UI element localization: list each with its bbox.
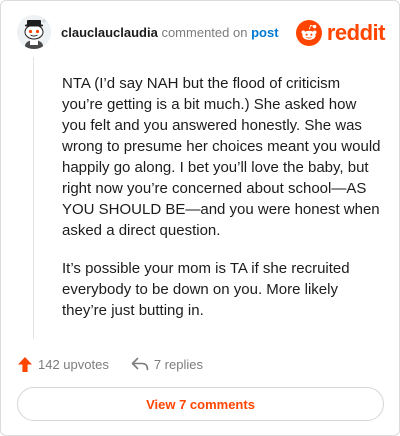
post-link[interactable]: post: [251, 25, 278, 40]
reddit-wordmark: reddit: [326, 20, 386, 45]
comment-card: clauclauclaudia commented on post reddit…: [0, 0, 400, 436]
comment-actions: 142 upvotes 7 replies: [17, 353, 203, 375]
username[interactable]: clauclauclaudia: [61, 25, 158, 40]
reddit-snoo-icon: [295, 20, 322, 46]
upvote-button[interactable]: 142 upvotes: [17, 356, 109, 373]
reddit-brand[interactable]: reddit: [295, 19, 386, 47]
commented-on-text: commented on: [161, 25, 248, 40]
thread-line[interactable]: [33, 57, 34, 339]
reply-count: 7 replies: [153, 356, 203, 372]
upvote-count: 142 upvotes: [38, 356, 109, 372]
comment-meta: clauclauclaudia commented on post: [61, 25, 279, 41]
comment-paragraph-2: It’s possible your mom is TA if she recr…: [62, 260, 350, 319]
replies-button[interactable]: 7 replies: [131, 357, 203, 372]
comment-body: NTA (I’d say NAH but the flood of critic…: [62, 73, 384, 338]
reply-arrow-icon: [131, 357, 149, 371]
snoo-avatar-icon: [17, 15, 51, 49]
view-comments-button[interactable]: View 7 comments: [17, 387, 384, 421]
user-avatar[interactable]: [17, 15, 51, 49]
comment-header: clauclauclaudia commented on post reddit: [17, 15, 386, 51]
comment-paragraph-1: NTA (I’d say NAH but the flood of critic…: [62, 75, 381, 239]
upvote-arrow-icon: [18, 356, 32, 372]
